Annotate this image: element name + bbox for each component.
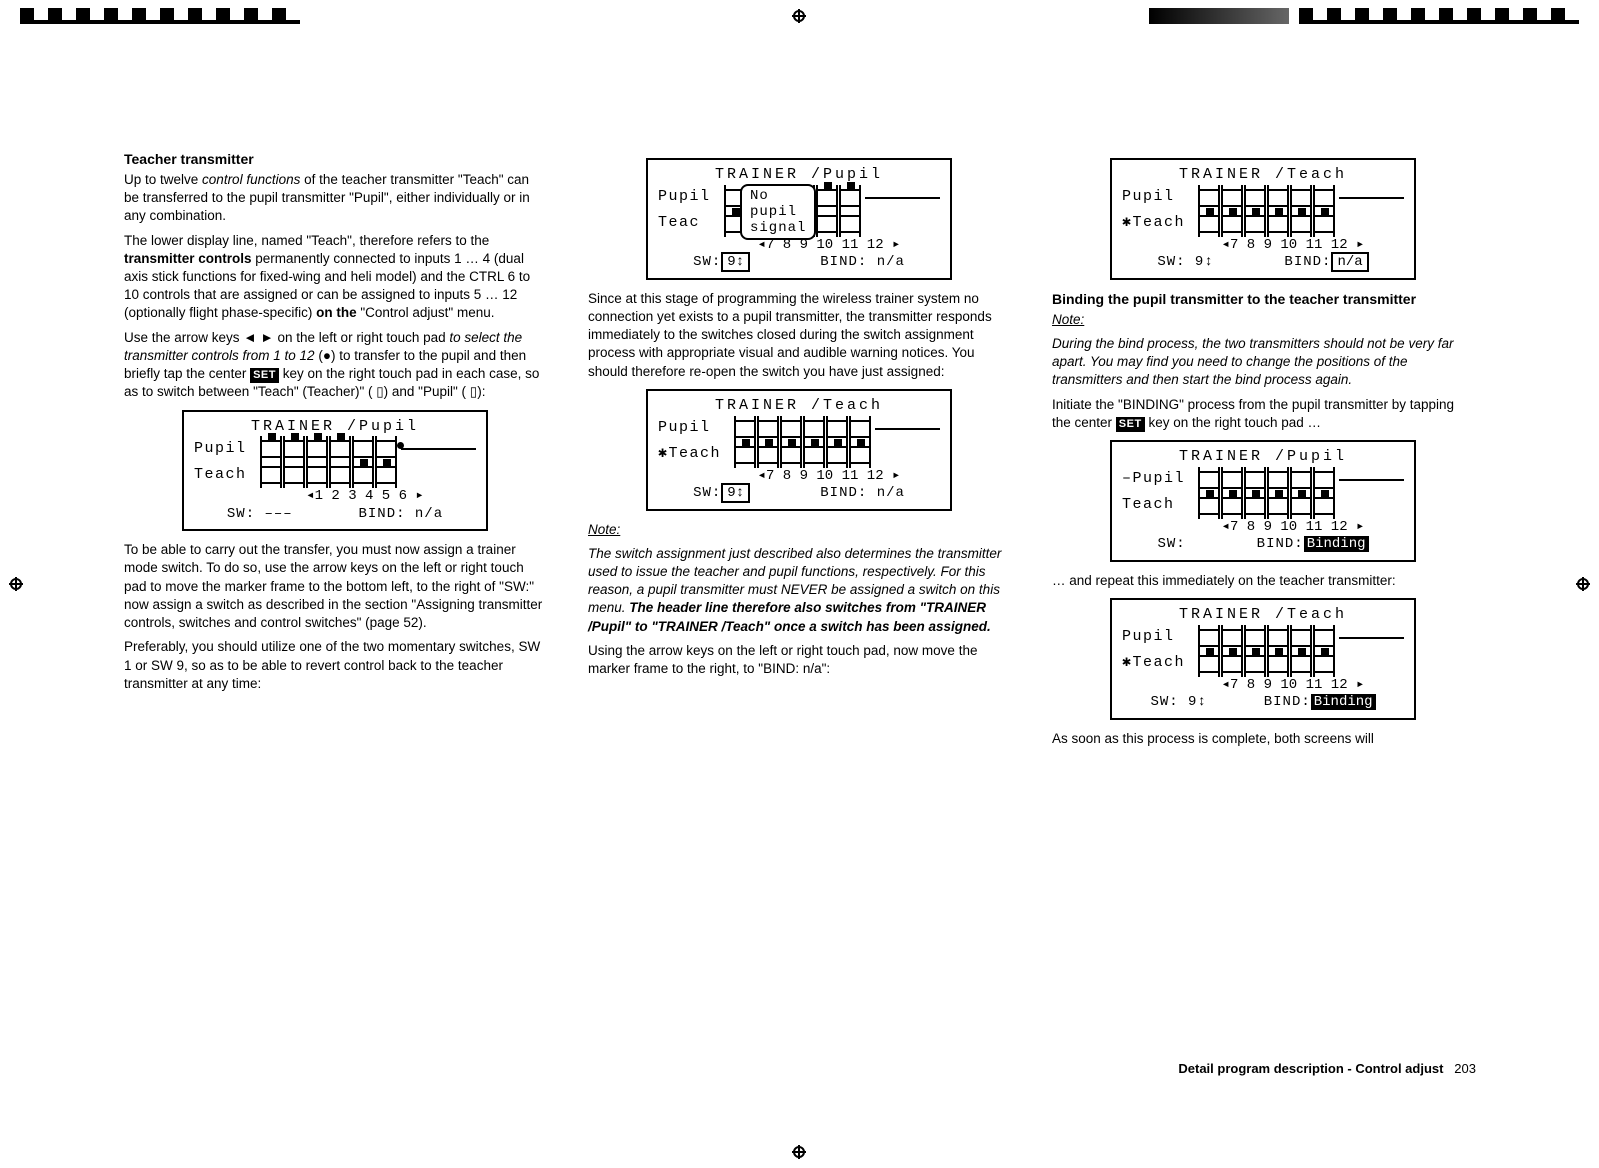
- lcd-title: TRAINER /Teach: [658, 397, 940, 416]
- lcd-sw-box: 9↕: [721, 483, 750, 503]
- text: "Control adjust" menu.: [357, 305, 495, 320]
- para: Initiate the "BINDING" process from the …: [1052, 396, 1474, 432]
- lcd-row-label: –Pupil: [1122, 470, 1198, 489]
- lcd-title: TRAINER /Pupil: [194, 418, 476, 437]
- lcd-numbers: ◂7 8 9 10 11 12 ▸: [1122, 677, 1404, 695]
- column-1: Teacher transmitter Up to twelve control…: [124, 150, 546, 754]
- lcd-row-label: Pupil: [1122, 188, 1198, 207]
- para: Up to twelve control functions of the te…: [124, 171, 546, 226]
- para: The switch assignment just described als…: [588, 545, 1010, 636]
- lcd-row-label: Pupil: [194, 440, 260, 459]
- lcd-screen-3: TRAINER /Teach Pupil ✱Teach ◂7 8 9 10 11…: [646, 389, 952, 511]
- lcd-numbers: ◂7 8 9 10 11 12 ▸: [658, 468, 940, 486]
- heading-teacher-transmitter: Teacher transmitter: [124, 150, 546, 169]
- lcd-title: TRAINER /Pupil: [658, 166, 940, 185]
- lcd-row-label: Teac: [658, 214, 724, 233]
- switch-row-icon: [1198, 467, 1335, 493]
- lcd-sw: SW: 9↕: [1150, 694, 1206, 712]
- lcd-screen-4: TRAINER /Teach Pupil ✱Teach ◂7 8 9 10 11…: [1110, 158, 1416, 280]
- switch-row-icon: [1198, 493, 1335, 519]
- set-key-icon: SET: [1116, 417, 1145, 432]
- column-3: TRAINER /Teach Pupil ✱Teach ◂7 8 9 10 11…: [1052, 150, 1474, 754]
- lcd-row-label: Pupil: [658, 188, 724, 207]
- lcd-bind: BIND: n/a: [820, 485, 905, 503]
- lcd-screen-2: TRAINER /Pupil Pupil Teac ◂7 8 9 10 11 1…: [646, 158, 952, 280]
- lcd-screen-1: TRAINER /Pupil Pupil Teach ◂1 2 3 4 5 6 …: [182, 410, 488, 532]
- switch-row-icon: [734, 416, 871, 442]
- lcd-sw: SW: –––: [227, 506, 293, 524]
- lcd-sw: SW:: [1157, 536, 1185, 554]
- crosshair-icon: [789, 1142, 809, 1162]
- text: on the: [316, 305, 357, 320]
- crosshair-icon: [789, 6, 809, 26]
- lcd-sw: SW:9↕: [693, 254, 750, 272]
- switch-row-icon: [1198, 625, 1335, 651]
- lcd-row-label: ✱Teach: [1122, 214, 1198, 233]
- crosshair-icon: [1573, 574, 1593, 594]
- text: The header line therefore also switches …: [588, 600, 991, 633]
- lcd-bind: BIND: n/a: [820, 254, 905, 272]
- para: The lower display line, named "Teach", t…: [124, 232, 546, 323]
- para: Use the arrow keys ◄ ► on the left or ri…: [124, 329, 546, 402]
- lcd-row-label: ✱Teach: [1122, 654, 1198, 673]
- lcd-bind: BIND:n/a: [1284, 254, 1368, 272]
- switch-row-icon: [1198, 211, 1335, 237]
- text: transmitter controls: [124, 251, 252, 266]
- lcd-row-label: Teach: [1122, 496, 1198, 515]
- switch-row-icon: [260, 462, 397, 488]
- text: control functions: [202, 172, 300, 187]
- switch-row-icon: [1198, 185, 1335, 211]
- lcd-bind: BIND: n/a: [358, 506, 443, 524]
- para: Preferably, you should utilize one of th…: [124, 638, 546, 693]
- para: To be able to carry out the transfer, yo…: [124, 541, 546, 632]
- lcd-bind-box: n/a: [1331, 252, 1368, 272]
- no-pupil-signal-popup: No pupil signal: [740, 184, 816, 240]
- para: Using the arrow keys on the left or righ…: [588, 642, 1010, 678]
- switch-row-icon: [1198, 651, 1335, 677]
- lcd-binding-inv: Binding: [1311, 694, 1376, 710]
- lcd-title: TRAINER /Teach: [1122, 606, 1404, 625]
- para: As soon as this process is complete, bot…: [1052, 730, 1474, 748]
- lcd-screen-6: TRAINER /Teach Pupil ✱Teach ◂7 8 9 10 11…: [1110, 598, 1416, 720]
- lcd-row-label: Pupil: [1122, 628, 1198, 647]
- marker-dot-icon: [397, 438, 404, 457]
- lcd-row-label: ✱Teach: [658, 445, 734, 464]
- text: Use the arrow keys ◄ ► on the left or ri…: [124, 330, 449, 345]
- text: Up to twelve: [124, 172, 202, 187]
- lcd-sw: SW:9↕: [693, 485, 750, 503]
- text: key on the right touch pad …: [1145, 415, 1321, 430]
- text: signal: [750, 220, 806, 236]
- para: … and repeat this immediately on the tea…: [1052, 572, 1474, 590]
- lcd-sw: SW: 9↕: [1157, 254, 1213, 272]
- text: No: [750, 188, 806, 204]
- para: During the bind process, the two transmi…: [1052, 335, 1474, 390]
- lcd-binding-inv: Binding: [1304, 536, 1369, 552]
- page-number: 203: [1454, 1061, 1476, 1076]
- text: pupil: [750, 204, 806, 220]
- set-key-icon: SET: [250, 368, 279, 383]
- lcd-screen-5: TRAINER /Pupil –Pupil Teach ◂7 8 9 10 11…: [1110, 440, 1416, 562]
- crosshair-icon: [6, 574, 26, 594]
- switch-row-icon: [734, 442, 871, 468]
- note-label: Note:: [588, 521, 1010, 539]
- page-footer: Detail program description - Control adj…: [124, 1060, 1476, 1078]
- heading-binding: Binding the pupil transmitter to the tea…: [1052, 290, 1474, 309]
- lcd-numbers: ◂7 8 9 10 11 12 ▸: [1122, 519, 1404, 537]
- page-content: Teacher transmitter Up to twelve control…: [124, 150, 1476, 754]
- text: The lower display line, named "Teach", t…: [124, 233, 489, 248]
- switch-row-icon: [260, 436, 397, 462]
- lcd-title: TRAINER /Teach: [1122, 166, 1404, 185]
- footer-text: Detail program description - Control adj…: [1178, 1061, 1443, 1076]
- lcd-bind: BIND:Binding: [1264, 694, 1376, 712]
- lcd-row-label: Pupil: [658, 419, 734, 438]
- lcd-row-label: Teach: [194, 466, 260, 485]
- lcd-title: TRAINER /Pupil: [1122, 448, 1404, 467]
- column-2: TRAINER /Pupil Pupil Teac ◂7 8 9 10 11 1…: [588, 150, 1010, 754]
- lcd-sw-box: 9↕: [721, 252, 750, 272]
- lcd-numbers: ◂1 2 3 4 5 6 ▸: [194, 488, 476, 506]
- para: Since at this stage of programming the w…: [588, 290, 1010, 381]
- lcd-bind: BIND:Binding: [1257, 536, 1369, 554]
- note-label: Note:: [1052, 311, 1474, 329]
